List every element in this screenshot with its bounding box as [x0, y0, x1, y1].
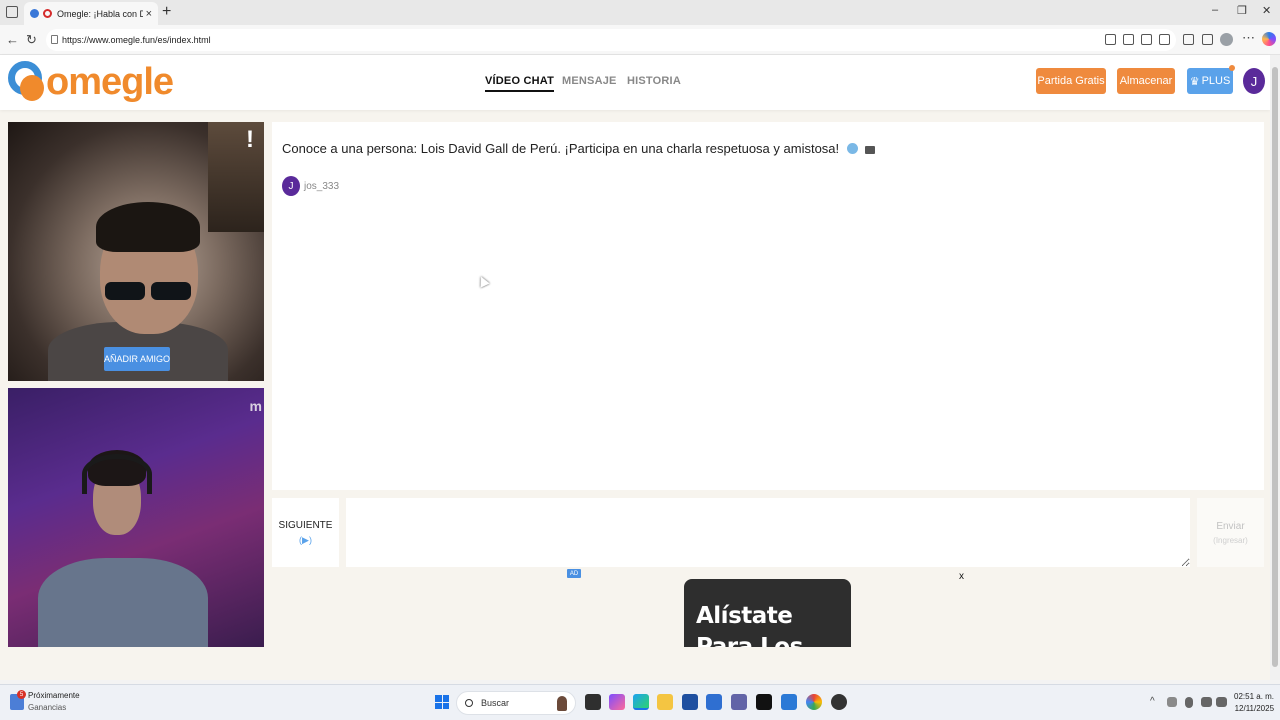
message-input[interactable] — [346, 498, 1190, 567]
next-button[interactable]: SIGUIENTE (▶) — [272, 498, 339, 567]
chat-username: jos_333 — [304, 180, 340, 192]
back-button[interactable]: ← — [6, 32, 19, 47]
chat-user-avatar: J — [282, 176, 300, 196]
ad-headline: Alístate Para Los Premos — [696, 603, 803, 647]
widgets-button[interactable]: 5 Próximamente Ganancias — [10, 690, 80, 714]
split-screen-icon[interactable] — [1123, 34, 1134, 45]
tab-actions-icon[interactable] — [6, 6, 18, 18]
background-shelf — [208, 122, 264, 232]
favorites-icon[interactable] — [1202, 34, 1213, 45]
maximize-button[interactable]: ❐ — [1237, 4, 1247, 17]
camera-icon — [865, 146, 876, 154]
chat-intro-message: Conoce a una persona: Lois David Gall de… — [282, 141, 876, 156]
chrome-app-icon[interactable] — [806, 694, 822, 710]
favorite-star-icon[interactable] — [1159, 34, 1170, 45]
clock-date: 12/11/2025 — [1234, 704, 1275, 713]
taskbar-search-placeholder: Buscar — [481, 698, 510, 708]
start-button-icon[interactable] — [435, 695, 449, 709]
user-avatar[interactable]: J — [1243, 68, 1265, 94]
close-window-button[interactable]: ✕ — [1262, 4, 1271, 17]
volume-icon[interactable] — [1216, 697, 1227, 707]
browser-tab[interactable]: Omegle: ¡Habla con Descon × — [24, 2, 158, 25]
send-shortcut-hint: (Ingresar) — [1213, 535, 1248, 545]
nav-video-chat[interactable]: VÍDEO CHAT — [485, 75, 555, 92]
widget-title: Próximamente — [28, 691, 80, 700]
store-button[interactable]: Almacenar — [1117, 68, 1175, 94]
chat-user-row: J jos_333 — [282, 176, 339, 196]
url-field[interactable]: https://www.omegle.fun/es/index.html — [46, 29, 1176, 51]
browser-tab-strip: Omegle: ¡Habla con Descon × + – ❐ ✕ — [0, 0, 1280, 25]
widget-badge: 5 — [17, 690, 26, 699]
nav-history[interactable]: HISTORIA — [627, 75, 681, 87]
nav-message[interactable]: MENSAJE — [562, 75, 617, 87]
chat-panel: Conoce a una persona: Lois David Gall de… — [272, 122, 1264, 490]
clock-time: 02:51 a. m. — [1234, 692, 1275, 701]
lock-icon[interactable] — [51, 35, 58, 44]
teams-app-icon[interactable] — [731, 694, 747, 710]
tab-group-icon — [30, 9, 39, 18]
tab-title: Omegle: ¡Habla con Descon — [57, 8, 143, 19]
vscode-app-icon[interactable] — [781, 694, 797, 710]
free-match-button[interactable]: Partida Gratis — [1036, 68, 1106, 94]
search-icon — [465, 699, 473, 707]
minimize-button[interactable]: – — [1212, 4, 1218, 16]
logo-text: omegle — [46, 61, 174, 103]
site-favicon — [43, 9, 52, 18]
app-available-icon[interactable] — [1105, 34, 1116, 45]
ad-badge[interactable]: AD — [567, 569, 581, 578]
send-button[interactable]: Enviar (Ingresar) — [1197, 498, 1264, 567]
onedrive-icon[interactable] — [1167, 697, 1177, 707]
add-friend-button[interactable]: AÑADIR AMIGO — [104, 347, 170, 371]
tray-overflow-icon[interactable]: ^ — [1150, 696, 1155, 707]
logo-mark-icon — [8, 61, 44, 103]
reload-button[interactable]: ↻ — [26, 32, 37, 48]
search-highlight-icon — [557, 696, 567, 711]
plus-button[interactable]: ♛ PLUS — [1187, 65, 1235, 94]
local-video: m — [8, 388, 264, 647]
widget-icon: 5 — [10, 690, 26, 710]
edge-app-icon[interactable] — [633, 694, 649, 710]
url-text: https://www.omegle.fun/es/index.html — [62, 35, 211, 45]
report-icon[interactable]: ! — [246, 126, 254, 154]
obs-app-icon[interactable] — [831, 694, 847, 710]
browser-profile-avatar[interactable] — [1220, 33, 1233, 46]
ad-banner[interactable]: Alístate Para Los Premos — [684, 579, 851, 647]
omegle-logo[interactable]: omegle — [8, 59, 174, 105]
taskbar-search[interactable]: Buscar — [456, 691, 576, 715]
tab-close-icon[interactable]: × — [146, 8, 152, 20]
task-view-icon[interactable] — [585, 694, 601, 710]
plus-label: PLUS — [1201, 75, 1231, 87]
copilot-icon[interactable] — [1262, 32, 1276, 46]
ad-close-button[interactable]: x — [959, 571, 964, 582]
watermark: m — [249, 398, 262, 414]
web-page: omegle VÍDEO CHAT MENSAJE HISTORIA Parti… — [0, 55, 1270, 680]
widget-subtitle: Ganancias — [28, 703, 67, 712]
microphone-icon[interactable] — [1185, 697, 1193, 708]
scrollbar-thumb[interactable] — [1272, 67, 1278, 667]
crown-icon: ♛ — [1189, 75, 1200, 88]
notification-dot — [1229, 65, 1235, 71]
globe-icon — [846, 143, 858, 154]
more-menu-icon[interactable]: ⋯ — [1242, 30, 1255, 46]
settings-app-icon[interactable] — [706, 694, 722, 710]
network-icon[interactable] — [1201, 697, 1212, 707]
file-explorer-icon[interactable] — [657, 694, 673, 710]
windows-taskbar: 5 Próximamente Ganancias Buscar ^ 02:51 … — [0, 684, 1280, 720]
chat-intro-text: Conoce a una persona: Lois David Gall de… — [282, 141, 840, 156]
address-bar-row: ← ↻ https://www.omegle.fun/es/index.html… — [0, 25, 1280, 55]
read-aloud-icon[interactable] — [1141, 34, 1152, 45]
store-app-icon[interactable] — [682, 694, 698, 710]
tiktok-app-icon[interactable] — [756, 694, 772, 710]
remote-video: ! AÑADIR AMIGO — [8, 122, 264, 381]
new-tab-button[interactable]: + — [162, 3, 171, 21]
extensions-icon[interactable] — [1183, 34, 1194, 45]
site-header: omegle VÍDEO CHAT MENSAJE HISTORIA Parti… — [0, 55, 1270, 110]
system-clock[interactable]: 02:51 a. m. 12/11/2025 — [1234, 691, 1274, 715]
next-shortcut-hint: (▶) — [299, 534, 312, 545]
send-label: Enviar — [1216, 520, 1245, 532]
next-label: SIGUIENTE — [278, 519, 333, 531]
page-scrollbar[interactable] — [1270, 55, 1280, 680]
copilot-app-icon[interactable] — [609, 694, 625, 710]
